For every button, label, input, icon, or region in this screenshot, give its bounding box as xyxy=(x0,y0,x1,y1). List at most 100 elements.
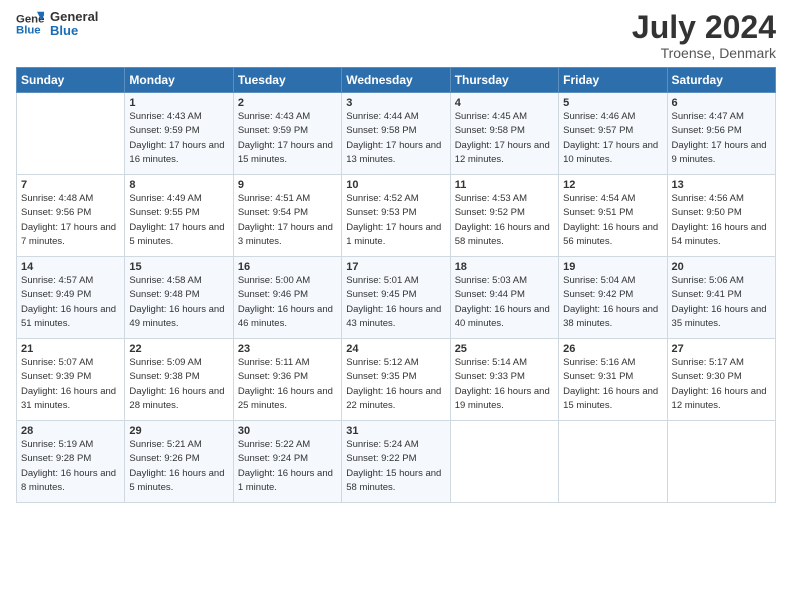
sunrise-text: Sunrise: 5:21 AM xyxy=(129,438,228,452)
calendar-cell: 12Sunrise: 4:54 AMSunset: 9:51 PMDayligh… xyxy=(559,175,667,257)
day-info: Sunrise: 5:06 AMSunset: 9:41 PMDaylight:… xyxy=(672,274,771,331)
day-number: 15 xyxy=(129,261,228,273)
daylight-text: Daylight: 16 hours and 19 minutes. xyxy=(455,385,554,414)
day-number: 7 xyxy=(21,179,120,191)
sunset-text: Sunset: 9:42 PM xyxy=(563,288,662,302)
calendar-cell: 14Sunrise: 4:57 AMSunset: 9:49 PMDayligh… xyxy=(17,257,125,339)
sunrise-text: Sunrise: 5:01 AM xyxy=(346,274,445,288)
sunrise-text: Sunrise: 5:07 AM xyxy=(21,356,120,370)
daylight-text: Daylight: 16 hours and 22 minutes. xyxy=(346,385,445,414)
calendar-cell: 2Sunrise: 4:43 AMSunset: 9:59 PMDaylight… xyxy=(233,93,341,175)
daylight-text: Daylight: 17 hours and 12 minutes. xyxy=(455,139,554,168)
sunrise-text: Sunrise: 4:54 AM xyxy=(563,192,662,206)
sunrise-text: Sunrise: 5:16 AM xyxy=(563,356,662,370)
day-info: Sunrise: 5:19 AMSunset: 9:28 PMDaylight:… xyxy=(21,438,120,495)
calendar-week-row: 14Sunrise: 4:57 AMSunset: 9:49 PMDayligh… xyxy=(17,257,776,339)
sunrise-text: Sunrise: 4:49 AM xyxy=(129,192,228,206)
weekday-header: Tuesday xyxy=(233,68,341,93)
sunrise-text: Sunrise: 4:45 AM xyxy=(455,110,554,124)
calendar-cell: 3Sunrise: 4:44 AMSunset: 9:58 PMDaylight… xyxy=(342,93,450,175)
daylight-text: Daylight: 16 hours and 12 minutes. xyxy=(672,385,771,414)
sunrise-text: Sunrise: 5:14 AM xyxy=(455,356,554,370)
sunrise-text: Sunrise: 5:03 AM xyxy=(455,274,554,288)
sunrise-text: Sunrise: 5:19 AM xyxy=(21,438,120,452)
daylight-text: Daylight: 16 hours and 31 minutes. xyxy=(21,385,120,414)
calendar-cell: 25Sunrise: 5:14 AMSunset: 9:33 PMDayligh… xyxy=(450,339,558,421)
calendar-week-row: 28Sunrise: 5:19 AMSunset: 9:28 PMDayligh… xyxy=(17,421,776,503)
day-number: 30 xyxy=(238,425,337,437)
calendar-cell: 31Sunrise: 5:24 AMSunset: 9:22 PMDayligh… xyxy=(342,421,450,503)
day-number: 19 xyxy=(563,261,662,273)
sunset-text: Sunset: 9:35 PM xyxy=(346,370,445,384)
calendar-week-row: 21Sunrise: 5:07 AMSunset: 9:39 PMDayligh… xyxy=(17,339,776,421)
daylight-text: Daylight: 16 hours and 40 minutes. xyxy=(455,303,554,332)
weekday-header: Sunday xyxy=(17,68,125,93)
sunset-text: Sunset: 9:50 PM xyxy=(672,206,771,220)
day-info: Sunrise: 4:52 AMSunset: 9:53 PMDaylight:… xyxy=(346,192,445,249)
day-number: 9 xyxy=(238,179,337,191)
day-number: 27 xyxy=(672,343,771,355)
daylight-text: Daylight: 16 hours and 8 minutes. xyxy=(21,467,120,496)
calendar-cell: 19Sunrise: 5:04 AMSunset: 9:42 PMDayligh… xyxy=(559,257,667,339)
day-info: Sunrise: 4:43 AMSunset: 9:59 PMDaylight:… xyxy=(129,110,228,167)
sunset-text: Sunset: 9:48 PM xyxy=(129,288,228,302)
page-header: General Blue General Blue July 2024 Troe… xyxy=(16,10,776,61)
sunset-text: Sunset: 9:30 PM xyxy=(672,370,771,384)
sunrise-text: Sunrise: 5:24 AM xyxy=(346,438,445,452)
day-info: Sunrise: 4:45 AMSunset: 9:58 PMDaylight:… xyxy=(455,110,554,167)
calendar-cell: 18Sunrise: 5:03 AMSunset: 9:44 PMDayligh… xyxy=(450,257,558,339)
day-info: Sunrise: 4:53 AMSunset: 9:52 PMDaylight:… xyxy=(455,192,554,249)
sunrise-text: Sunrise: 5:17 AM xyxy=(672,356,771,370)
sunset-text: Sunset: 9:49 PM xyxy=(21,288,120,302)
daylight-text: Daylight: 16 hours and 43 minutes. xyxy=(346,303,445,332)
calendar-cell: 28Sunrise: 5:19 AMSunset: 9:28 PMDayligh… xyxy=(17,421,125,503)
daylight-text: Daylight: 17 hours and 15 minutes. xyxy=(238,139,337,168)
sunset-text: Sunset: 9:57 PM xyxy=(563,124,662,138)
day-number: 2 xyxy=(238,97,337,109)
day-number: 17 xyxy=(346,261,445,273)
sunrise-text: Sunrise: 5:22 AM xyxy=(238,438,337,452)
day-number: 25 xyxy=(455,343,554,355)
sunrise-text: Sunrise: 4:48 AM xyxy=(21,192,120,206)
logo-icon: General Blue xyxy=(16,10,44,38)
day-info: Sunrise: 4:44 AMSunset: 9:58 PMDaylight:… xyxy=(346,110,445,167)
sunset-text: Sunset: 9:51 PM xyxy=(563,206,662,220)
sunrise-text: Sunrise: 4:53 AM xyxy=(455,192,554,206)
sunset-text: Sunset: 9:54 PM xyxy=(238,206,337,220)
sunrise-text: Sunrise: 4:52 AM xyxy=(346,192,445,206)
day-number: 10 xyxy=(346,179,445,191)
daylight-text: Daylight: 17 hours and 1 minute. xyxy=(346,221,445,250)
daylight-text: Daylight: 16 hours and 58 minutes. xyxy=(455,221,554,250)
sunset-text: Sunset: 9:45 PM xyxy=(346,288,445,302)
day-number: 21 xyxy=(21,343,120,355)
daylight-text: Daylight: 16 hours and 51 minutes. xyxy=(21,303,120,332)
day-info: Sunrise: 5:14 AMSunset: 9:33 PMDaylight:… xyxy=(455,356,554,413)
logo-blue: Blue xyxy=(50,24,98,38)
daylight-text: Daylight: 17 hours and 10 minutes. xyxy=(563,139,662,168)
day-number: 5 xyxy=(563,97,662,109)
daylight-text: Daylight: 16 hours and 15 minutes. xyxy=(563,385,662,414)
calendar-cell: 7Sunrise: 4:48 AMSunset: 9:56 PMDaylight… xyxy=(17,175,125,257)
sunset-text: Sunset: 9:28 PM xyxy=(21,452,120,466)
day-info: Sunrise: 5:12 AMSunset: 9:35 PMDaylight:… xyxy=(346,356,445,413)
sunrise-text: Sunrise: 5:00 AM xyxy=(238,274,337,288)
weekday-header: Wednesday xyxy=(342,68,450,93)
day-number: 1 xyxy=(129,97,228,109)
day-number: 14 xyxy=(21,261,120,273)
calendar-cell: 11Sunrise: 4:53 AMSunset: 9:52 PMDayligh… xyxy=(450,175,558,257)
calendar-cell: 24Sunrise: 5:12 AMSunset: 9:35 PMDayligh… xyxy=(342,339,450,421)
day-info: Sunrise: 5:21 AMSunset: 9:26 PMDaylight:… xyxy=(129,438,228,495)
day-number: 6 xyxy=(672,97,771,109)
sunrise-text: Sunrise: 4:58 AM xyxy=(129,274,228,288)
day-number: 31 xyxy=(346,425,445,437)
day-number: 13 xyxy=(672,179,771,191)
logo: General Blue General Blue xyxy=(16,10,98,39)
day-info: Sunrise: 5:09 AMSunset: 9:38 PMDaylight:… xyxy=(129,356,228,413)
sunset-text: Sunset: 9:52 PM xyxy=(455,206,554,220)
daylight-text: Daylight: 16 hours and 46 minutes. xyxy=(238,303,337,332)
sunset-text: Sunset: 9:22 PM xyxy=(346,452,445,466)
day-number: 29 xyxy=(129,425,228,437)
daylight-text: Daylight: 17 hours and 16 minutes. xyxy=(129,139,228,168)
logo-general: General xyxy=(50,10,98,24)
day-info: Sunrise: 4:57 AMSunset: 9:49 PMDaylight:… xyxy=(21,274,120,331)
